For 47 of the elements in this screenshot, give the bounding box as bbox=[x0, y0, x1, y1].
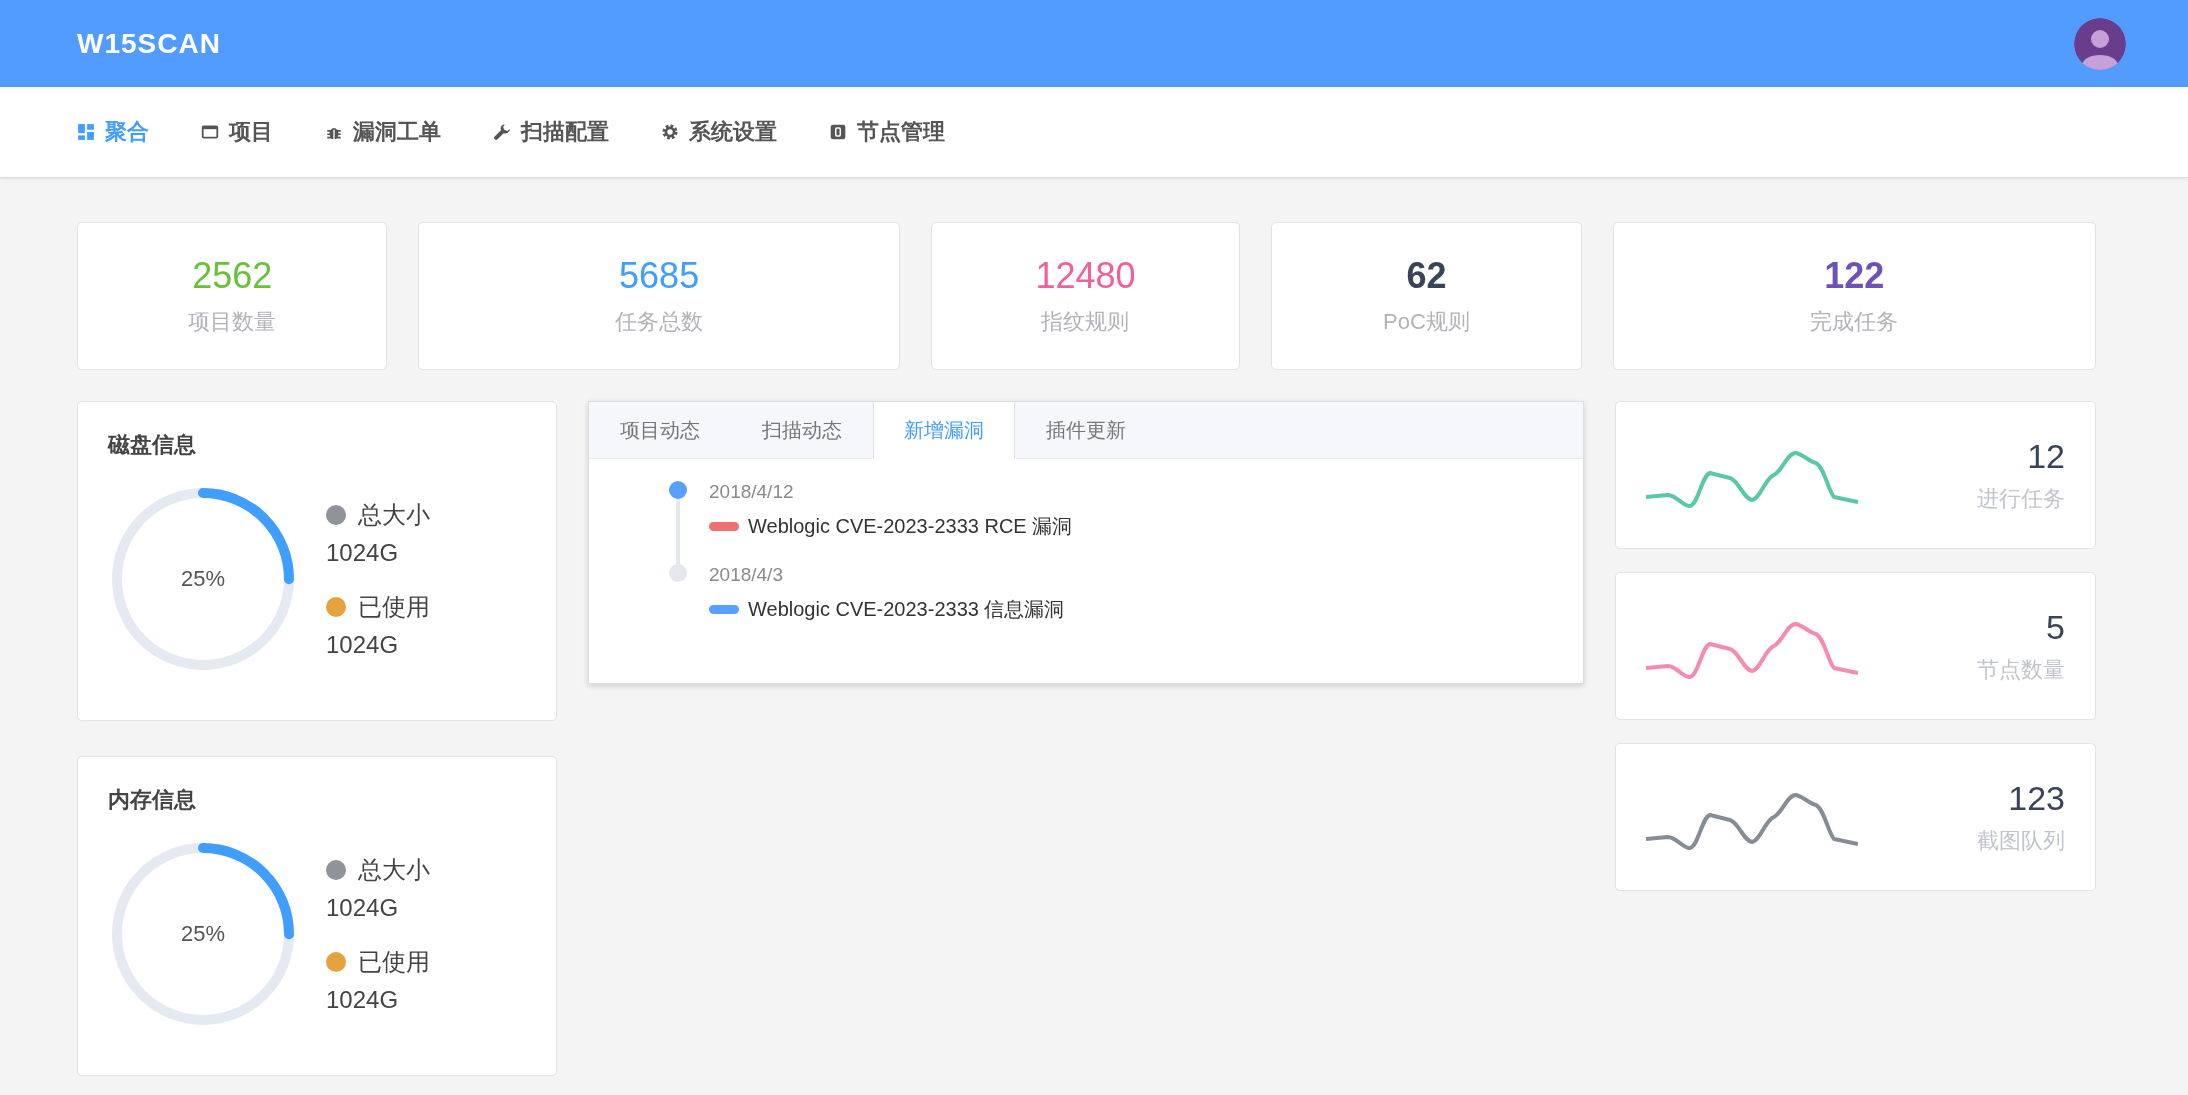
stat-label: 完成任务 bbox=[1810, 308, 1899, 336]
percent-label: 25% bbox=[181, 921, 225, 947]
legend-label: 总大小 bbox=[358, 500, 430, 530]
wrench-icon bbox=[493, 123, 511, 141]
metric-value: 5 bbox=[2046, 607, 2065, 647]
avatar[interactable] bbox=[2074, 17, 2126, 70]
metric-label: 节点数量 bbox=[1977, 655, 2065, 684]
percent-label: 25% bbox=[181, 566, 225, 592]
card-title: 磁盘信息 bbox=[108, 432, 196, 457]
metric-label: 截图队列 bbox=[1977, 826, 2065, 855]
card-title: 内存信息 bbox=[108, 787, 196, 812]
timeline-date: 2018/4/12 bbox=[709, 481, 795, 503]
metric-value: 123 bbox=[2008, 778, 2065, 818]
app-logo: W15SCAN bbox=[77, 27, 221, 60]
metric-label: 进行任务 bbox=[1977, 484, 2065, 513]
stat-label: 项目数量 bbox=[188, 308, 277, 336]
nav-tab[interactable]: 系统设置 bbox=[661, 117, 777, 147]
stat-value: 2562 bbox=[192, 255, 273, 297]
window-icon bbox=[201, 123, 219, 141]
timeline-date: 2018/4/3 bbox=[709, 564, 784, 586]
legend-value: 1024G bbox=[326, 894, 400, 922]
tab[interactable]: 插件更新 bbox=[1015, 402, 1157, 459]
nav-tab[interactable]: 漏洞工单 bbox=[325, 117, 441, 147]
stat-label: 指纹规则 bbox=[1041, 308, 1130, 336]
stat-value: 5685 bbox=[619, 255, 700, 297]
legend-label: 已使用 bbox=[358, 592, 430, 622]
nav-tab[interactable]: 项目 bbox=[201, 117, 273, 147]
settings-icon bbox=[661, 123, 679, 141]
nav-tab[interactable]: 扫描配置 bbox=[493, 117, 609, 147]
grid-icon bbox=[77, 123, 95, 141]
stat-value: 122 bbox=[1824, 255, 1885, 297]
timeline-title: Weblogic CVE-2023-2333 RCE 漏洞 bbox=[748, 514, 1073, 539]
chip-icon bbox=[829, 123, 847, 141]
stat-value: 12480 bbox=[1035, 255, 1136, 297]
tab[interactable]: 扫描动态 bbox=[731, 402, 873, 459]
nav-tab[interactable]: 节点管理 bbox=[829, 117, 945, 147]
stat-value: 62 bbox=[1406, 255, 1447, 297]
stat-label: 任务总数 bbox=[615, 308, 704, 336]
legend-value: 1024G bbox=[326, 539, 400, 567]
tab[interactable]: 项目动态 bbox=[589, 402, 731, 459]
legend-label: 已使用 bbox=[358, 947, 430, 977]
legend-value: 1024G bbox=[326, 986, 400, 1014]
metric-value: 12 bbox=[2027, 436, 2065, 476]
stat-label: PoC规则 bbox=[1383, 308, 1470, 336]
timeline-title: Weblogic CVE-2023-2333 信息漏洞 bbox=[748, 597, 1065, 622]
legend-label: 总大小 bbox=[358, 855, 430, 885]
legend-value: 1024G bbox=[326, 631, 400, 659]
